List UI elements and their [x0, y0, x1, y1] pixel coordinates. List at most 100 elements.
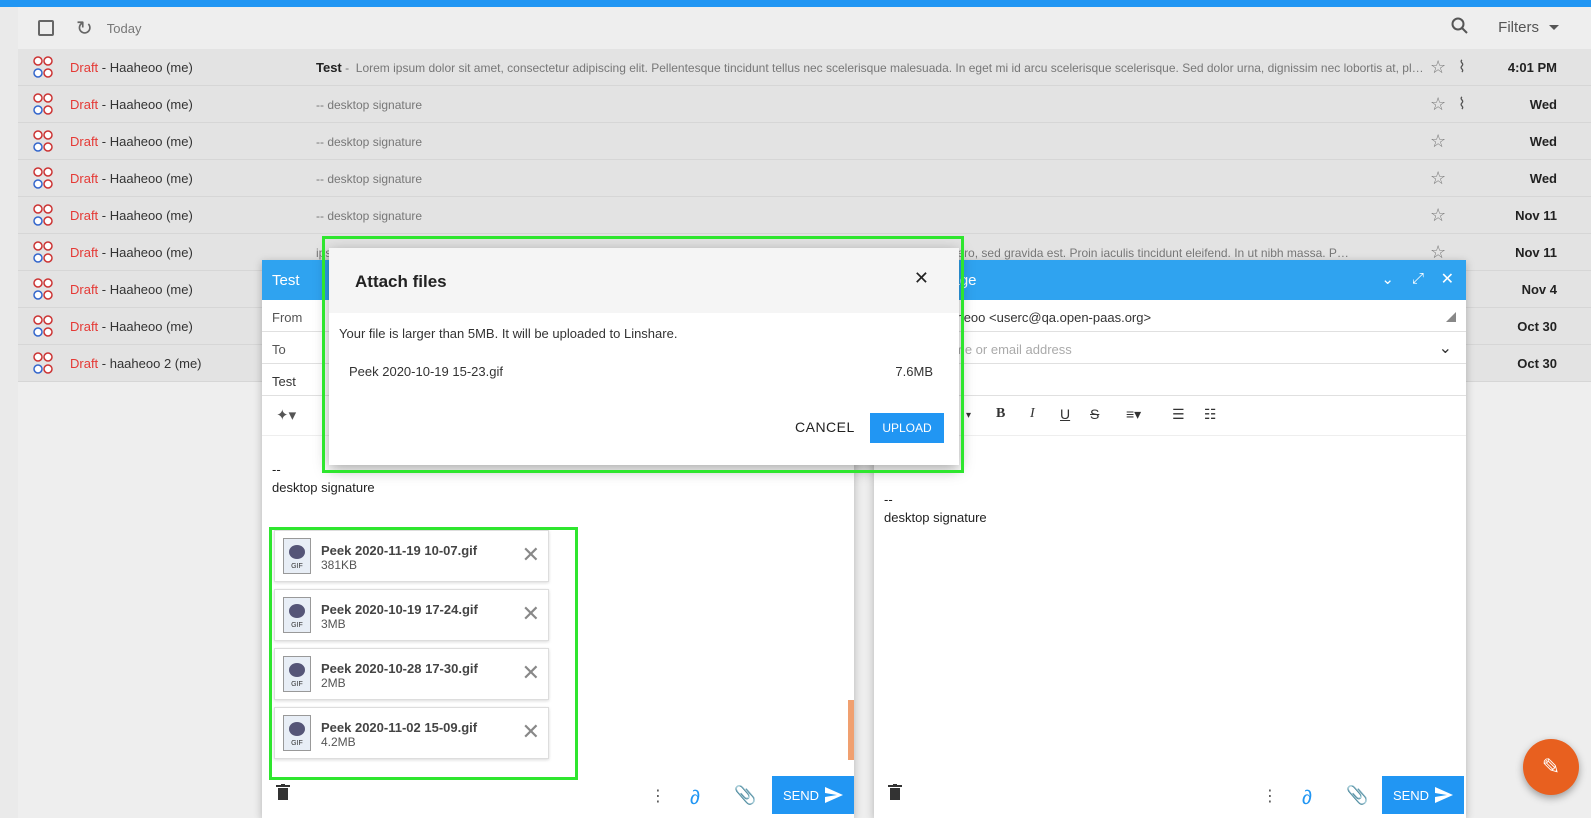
gif-label: GIF — [291, 563, 303, 570]
align-icon[interactable]: ≡▾ — [1126, 406, 1141, 423]
attachment-item[interactable]: GIF Peek 2020-11-19 10-07.gif 381KB ✕ — [274, 530, 549, 582]
body-signature-right: desktop signature — [884, 510, 987, 525]
trash-icon[interactable] — [888, 784, 902, 806]
subject-value: Test — [272, 374, 296, 389]
dialog-file-name: Peek 2020-10-19 15-23.gif — [349, 364, 503, 379]
cancel-button[interactable]: CANCEL — [795, 419, 855, 435]
compose-fab[interactable]: ✎ — [1523, 739, 1579, 795]
scrollbar[interactable] — [848, 700, 854, 760]
attachment-item[interactable]: GIF Peek 2020-10-19 17-24.gif 3MB ✕ — [274, 589, 549, 641]
date: Wed — [1529, 97, 1557, 112]
refresh-icon[interactable]: ↻ — [76, 16, 93, 41]
star-icon[interactable]: ☆ — [1430, 205, 1446, 226]
composer-header-right[interactable]: sage ⌄ ⤢ ✕ — [874, 260, 1466, 300]
draft-label: Draft — [70, 134, 99, 149]
from-value: aaheoo <userc@qa.open-paas.org> — [942, 310, 1152, 325]
email-row[interactable]: Draft - Haaheoo (me) -- desktop signatur… — [18, 197, 1591, 234]
chevron-down-icon[interactable] — [1549, 25, 1559, 30]
email-row[interactable]: Draft - Haaheoo (me) -- desktop signatur… — [18, 123, 1591, 160]
sender-name: - Haaheoo (me) — [98, 319, 193, 334]
attachment-size: 381KB — [321, 558, 358, 572]
date: Nov 11 — [1515, 245, 1557, 260]
remove-attachment-icon[interactable]: ✕ — [522, 601, 540, 627]
from-label: From — [272, 310, 303, 325]
group-label-today: Today — [106, 20, 142, 36]
link-icon[interactable]: ∂ — [690, 787, 700, 810]
select-all-checkbox[interactable] — [38, 20, 54, 36]
attachment-size: 4.2MB — [321, 735, 356, 749]
chevron-down-icon[interactable]: ▾ — [966, 410, 971, 421]
avatar — [33, 93, 53, 115]
remove-attachment-icon[interactable]: ✕ — [522, 660, 540, 686]
sender-name: - Haaheoo (me) — [98, 134, 193, 149]
chevron-down-icon[interactable]: ⌄ — [1439, 338, 1452, 358]
from-field-right[interactable]: aaheoo <userc@qa.open-paas.org> — [874, 300, 1466, 332]
remove-attachment-icon[interactable]: ✕ — [522, 719, 540, 745]
sender-name: - Haaheoo (me) — [98, 208, 193, 223]
top-app-bar — [0, 0, 1591, 7]
bold-icon[interactable]: B — [996, 406, 1005, 422]
sender-name: - Haaheoo (me) — [98, 282, 193, 297]
gif-label: GIF — [291, 740, 303, 747]
close-icon[interactable]: ✕ — [914, 268, 929, 289]
star-icon[interactable]: ☆ — [1430, 94, 1446, 115]
star-icon[interactable]: ☆ — [1430, 131, 1446, 152]
email-row[interactable]: Draft - Haaheoo (me) -- desktop signatur… — [18, 160, 1591, 197]
send-button[interactable]: SEND — [772, 776, 854, 814]
sender: Draft - Haaheoo (me) — [70, 208, 193, 223]
date: 4:01 PM — [1507, 60, 1557, 75]
send-button-right[interactable]: SEND — [1382, 776, 1464, 814]
dialog-file-size: 7.6MB — [895, 364, 933, 379]
email-row[interactable]: Draft - Haaheoo (me) Test - Lorem ipsum … — [18, 49, 1591, 86]
subject-field-right[interactable] — [874, 364, 1466, 396]
sender: Draft - Haaheoo (me) — [70, 134, 193, 149]
bullet-list-icon[interactable]: ☰ — [1172, 406, 1185, 423]
subject: Test — [316, 60, 342, 75]
attachment-item[interactable]: GIF Peek 2020-11-02 15-09.gif 4.2MB ✕ — [274, 707, 549, 759]
trash-icon[interactable] — [276, 784, 290, 806]
sender-name: - haaheoo 2 (me) — [98, 356, 202, 371]
to-field-right[interactable]: me or email address ⌄ — [874, 332, 1466, 364]
left-sidebar-strip — [0, 7, 18, 818]
numbered-list-icon[interactable]: ☷ — [1204, 406, 1217, 423]
gif-file-icon: GIF — [283, 538, 311, 574]
attachment-item[interactable]: GIF Peek 2020-10-28 17-30.gif 2MB ✕ — [274, 648, 549, 700]
italic-icon[interactable]: I — [1030, 406, 1035, 422]
paperclip-icon[interactable]: 📎 — [1346, 785, 1368, 806]
avatar — [33, 241, 53, 263]
magic-wand-icon[interactable]: ✦▾ — [276, 406, 296, 424]
avatar — [33, 204, 53, 226]
paperclip-icon[interactable]: 📎 — [734, 785, 756, 806]
sender: Draft - Haaheoo (me) — [70, 97, 193, 112]
sender: Draft - Haaheoo (me) — [70, 60, 193, 75]
close-icon[interactable]: ✕ — [1441, 269, 1454, 289]
date: Oct 30 — [1517, 319, 1557, 334]
upload-button[interactable]: UPLOAD — [870, 413, 944, 443]
list-toolbar: ↻ Today Filters — [18, 7, 1591, 49]
sender: Draft - Haaheoo (me) — [70, 171, 193, 186]
filters-button[interactable]: Filters — [1498, 19, 1539, 36]
format-toolbar-right: A ▾ B I U S ≡▾ ☰ ☷ — [874, 396, 1466, 436]
draft-label: Draft — [70, 60, 99, 75]
link-icon[interactable]: ∂ — [1302, 787, 1312, 810]
gif-label: GIF — [291, 622, 303, 629]
minimize-icon[interactable]: ⌄ — [1381, 270, 1394, 288]
expand-icon[interactable]: ⤢ — [1412, 270, 1424, 287]
draft-label: Draft — [70, 97, 99, 112]
send-label: SEND — [1392, 787, 1430, 803]
composer-title: Test — [272, 272, 300, 289]
email-row[interactable]: Draft - Haaheoo (me) -- desktop signatur… — [18, 86, 1591, 123]
subject-preview: -- desktop signature — [316, 134, 1426, 149]
star-icon[interactable]: ☆ — [1430, 168, 1446, 189]
more-vert-icon[interactable]: ⋮ — [1262, 786, 1278, 806]
attachment-list: GIF Peek 2020-11-19 10-07.gif 381KB ✕ GI… — [274, 530, 549, 766]
preview: Lorem ipsum dolor sit amet, consectetur … — [355, 61, 1426, 75]
strikethrough-icon[interactable]: S — [1090, 406, 1099, 422]
star-icon[interactable]: ☆ — [1430, 57, 1446, 78]
search-icon[interactable] — [1451, 17, 1469, 40]
underline-icon[interactable]: U — [1060, 406, 1070, 422]
remove-attachment-icon[interactable]: ✕ — [522, 542, 540, 568]
more-vert-icon[interactable]: ⋮ — [650, 786, 666, 806]
preview: -- desktop signature — [316, 172, 423, 186]
gif-file-icon: GIF — [283, 656, 311, 692]
